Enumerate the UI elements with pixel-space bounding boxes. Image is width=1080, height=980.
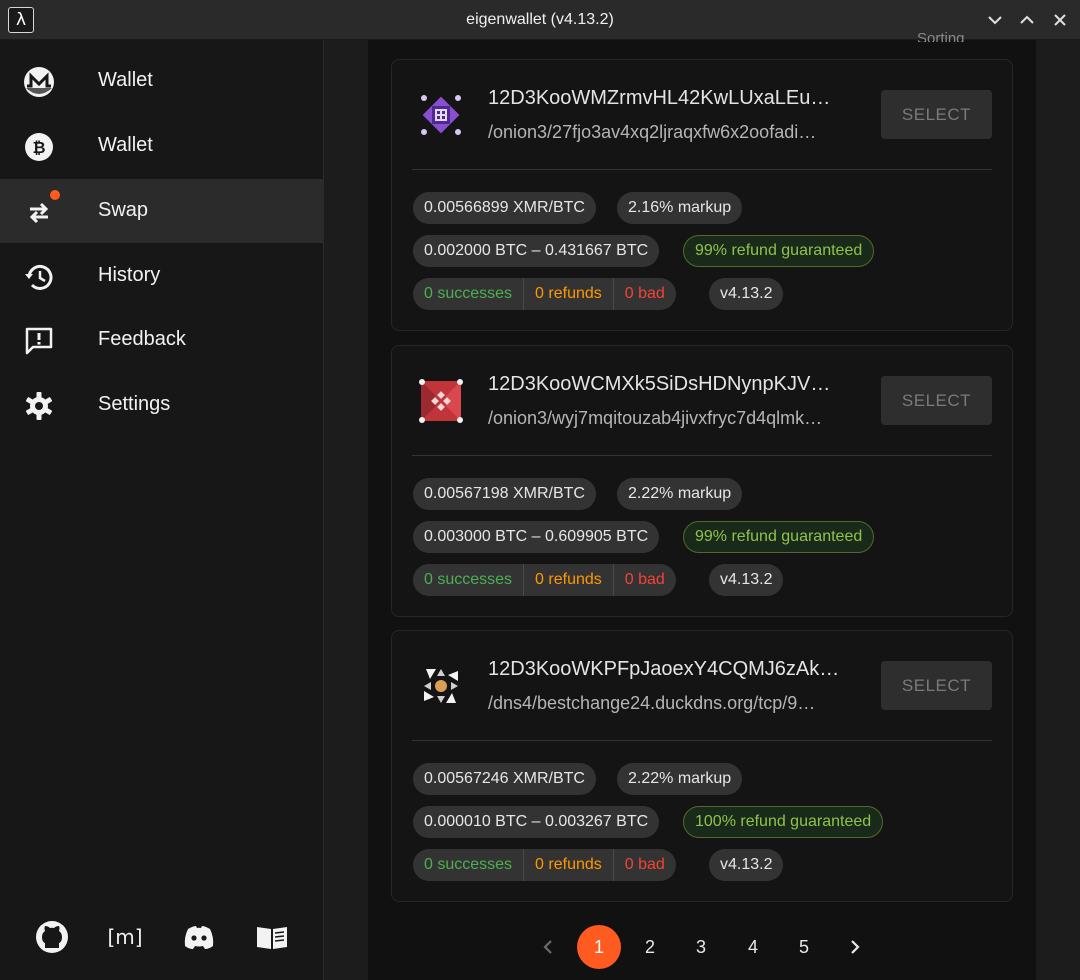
- refund-guarantee-chip: 99% refund guaranteed: [683, 521, 875, 553]
- github-icon[interactable]: [33, 918, 71, 956]
- bad-count: 0 bad: [612, 278, 676, 310]
- discord-icon[interactable]: [180, 918, 218, 956]
- maker-identicon-icon: [416, 90, 466, 140]
- successes-count: 0 successes: [424, 285, 513, 302]
- matrix-icon[interactable]: [m]: [106, 918, 144, 956]
- divider: [412, 169, 992, 170]
- amount-range-chip: 0.002000 BTC – 0.431667 BTC: [413, 235, 660, 267]
- reputation-chip: 0 successes 0 refunds 0 bad: [413, 564, 676, 596]
- maker-card: 12D3KooWKPFpJaoexY4CQMJ6zAk… /dns4/bestc…: [391, 630, 1013, 902]
- close-icon[interactable]: [1050, 10, 1070, 30]
- sidebar-item-label: Swap: [98, 199, 149, 221]
- sorting-label[interactable]: Sorting: [917, 30, 965, 42]
- maker-identicon-icon: [416, 661, 466, 711]
- reputation-chip: 0 successes 0 refunds 0 bad: [413, 849, 676, 881]
- matrix-text: [m]: [107, 925, 142, 949]
- successes-count: 0 successes: [424, 571, 513, 588]
- refunds-count: 0 refunds: [523, 564, 613, 596]
- feedback-icon: [22, 324, 56, 358]
- version-chip: v4.13.2: [709, 849, 784, 881]
- bad-count: 0 bad: [612, 849, 676, 881]
- markup-chip: 2.22% markup: [617, 763, 743, 795]
- successes-count: 0 successes: [424, 856, 513, 873]
- notification-badge: [50, 190, 60, 200]
- divider: [412, 455, 992, 456]
- peer-id: 12D3KooWCMXk5SiDsHDNynpKJV…: [488, 373, 831, 395]
- maker-card: 12D3KooWMZrmvHL42KwLUxaLEu… /onion3/27fj…: [391, 59, 1013, 331]
- sidebar-item-monero-wallet[interactable]: Wallet: [0, 49, 323, 113]
- svg-text:₿: ₿: [32, 138, 45, 157]
- gear-icon: [22, 389, 56, 423]
- markup-chip: 2.22% markup: [617, 478, 743, 510]
- price-chip: 0.00567198 XMR/BTC: [413, 478, 596, 510]
- divider: [412, 740, 992, 741]
- monero-icon: [22, 65, 56, 99]
- amount-range-chip: 0.003000 BTC – 0.609905 BTC: [413, 521, 660, 553]
- peer-address: /onion3/27fjo3av4xq2ljraqxfw6x2oofadi…: [488, 122, 817, 142]
- peer-id: 12D3KooWKPFpJaoexY4CQMJ6zAk…: [488, 658, 840, 680]
- page-button-2[interactable]: 2: [628, 925, 672, 969]
- page-button-3[interactable]: 3: [679, 925, 723, 969]
- refunds-count: 0 refunds: [523, 849, 613, 881]
- select-maker-button[interactable]: SELECT: [881, 376, 992, 425]
- sidebar-item-bitcoin-wallet[interactable]: ₿ Wallet: [0, 114, 323, 178]
- previous-page-chevron-icon[interactable]: [526, 925, 570, 969]
- amount-range-chip: 0.000010 BTC – 0.003267 BTC: [413, 806, 660, 838]
- price-chip: 0.00567246 XMR/BTC: [413, 763, 596, 795]
- refund-guarantee-chip: 99% refund guaranteed: [683, 235, 875, 267]
- maker-identicon-icon: [416, 376, 466, 426]
- sidebar: Wallet ₿ Wallet Swap History Feedback Se…: [0, 40, 324, 980]
- select-maker-button[interactable]: SELECT: [881, 90, 992, 139]
- sidebar-item-label: Wallet: [98, 134, 153, 156]
- version-chip: v4.13.2: [709, 564, 784, 596]
- sidebar-item-settings[interactable]: Settings: [0, 373, 323, 437]
- reputation-chip: 0 successes 0 refunds 0 bad: [413, 278, 676, 310]
- swap-arrows-icon: [22, 195, 56, 229]
- bad-count: 0 bad: [612, 564, 676, 596]
- peer-address: /onion3/wyj7mqitouzab4jivxfryc7d4qlmk…: [488, 408, 823, 428]
- refunds-count: 0 refunds: [523, 278, 613, 310]
- history-icon: [22, 260, 56, 294]
- sidebar-item-label: Feedback: [98, 328, 186, 350]
- next-page-chevron-icon[interactable]: [833, 925, 877, 969]
- sidebar-item-label: Wallet: [98, 69, 153, 91]
- select-maker-button[interactable]: SELECT: [881, 661, 992, 710]
- bitcoin-icon: ₿: [22, 130, 56, 164]
- version-chip: v4.13.2: [709, 278, 784, 310]
- markup-chip: 2.16% markup: [617, 192, 743, 224]
- sidebar-item-feedback[interactable]: Feedback: [0, 308, 323, 372]
- sidebar-item-history[interactable]: History: [0, 244, 323, 308]
- page-button-4[interactable]: 4: [731, 925, 775, 969]
- maker-card: 12D3KooWCMXk5SiDsHDNynpKJV… /onion3/wyj7…: [391, 345, 1013, 617]
- minimize-chevron-icon[interactable]: [985, 10, 1005, 30]
- refund-guarantee-chip: 100% refund guaranteed: [683, 806, 884, 838]
- window-title: eigenwallet (v4.13.2): [466, 11, 614, 28]
- peer-address: /dns4/bestchange24.duckdns.org/tcp/9…: [488, 693, 816, 713]
- page-button-5[interactable]: 5: [782, 925, 826, 969]
- maximize-chevron-icon[interactable]: [1017, 10, 1037, 30]
- docs-book-icon[interactable]: [253, 918, 291, 956]
- page-button-1[interactable]: 1: [577, 925, 621, 969]
- sidebar-item-label: History: [98, 264, 161, 286]
- sidebar-item-label: Settings: [98, 393, 171, 415]
- peer-id: 12D3KooWMZrmvHL42KwLUxaLEu…: [488, 87, 831, 109]
- price-chip: 0.00566899 XMR/BTC: [413, 192, 596, 224]
- sidebar-item-swap[interactable]: Swap: [0, 179, 323, 243]
